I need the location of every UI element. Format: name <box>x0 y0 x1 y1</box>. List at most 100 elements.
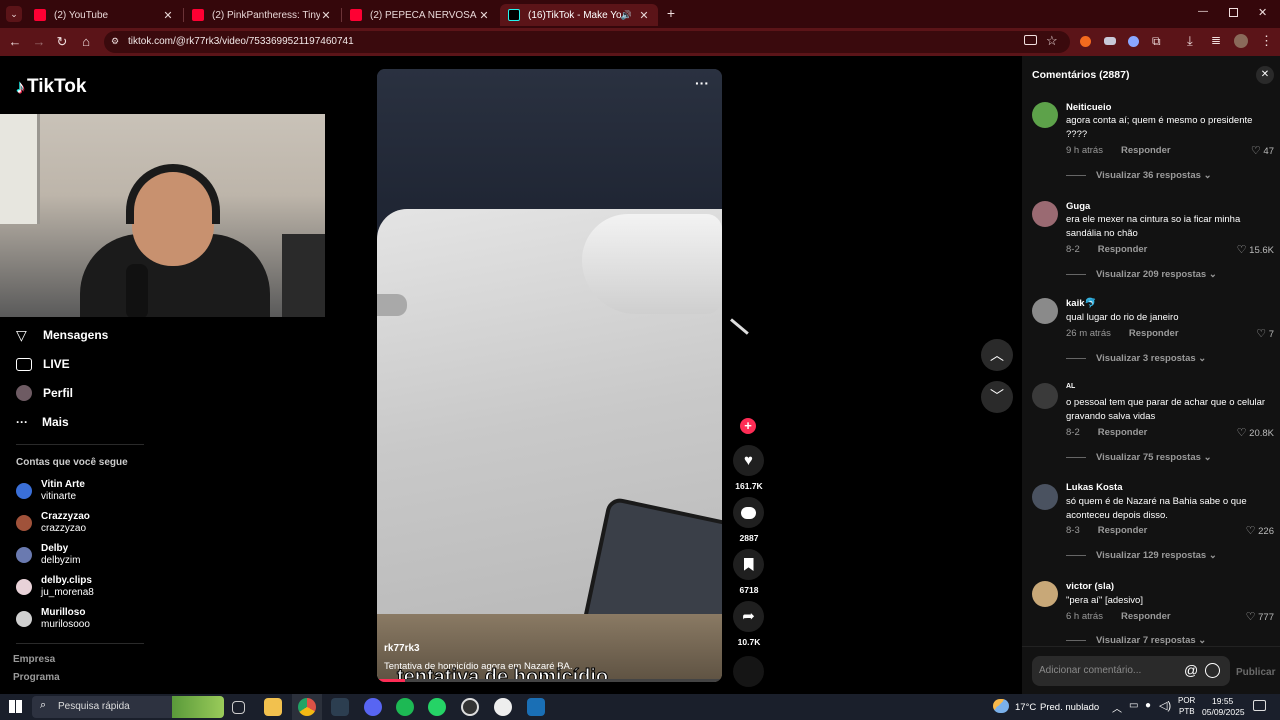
following-item[interactable]: delby.clips ju_morena8 <box>16 575 146 601</box>
back-icon[interactable]: ← <box>6 33 24 51</box>
close-window-button[interactable]: ✕ <box>1258 6 1267 19</box>
url-text[interactable]: tiktok.com/@rk77rk3/video/75336995211974… <box>128 36 354 47</box>
comment-like[interactable]: ♡ 777 <box>1246 610 1274 623</box>
comment-input[interactable]: Adicionar comentário... @ <box>1032 656 1230 686</box>
comment-like[interactable]: ♡ 7 <box>1256 327 1274 340</box>
network-icon[interactable]: ▭ <box>1129 700 1138 711</box>
share-button[interactable]: ➦ <box>733 601 764 632</box>
reply-button[interactable]: Responder <box>1121 145 1171 156</box>
avatar[interactable] <box>1032 581 1058 607</box>
extensions-puzzle-icon[interactable]: ⧉ <box>1152 34 1161 49</box>
tray-chevron-icon[interactable]: ︿ <box>1112 700 1122 715</box>
tab-list-menu-icon[interactable]: ⌄ <box>6 6 22 22</box>
comment-like[interactable]: ♡ 20.8K <box>1237 426 1274 439</box>
nav-mais[interactable]: ··· Mais <box>16 413 69 431</box>
view-replies-button[interactable]: Visualizar 3 respostas ⌄ <box>1066 353 1206 364</box>
comment-author[interactable]: Neiticueio <box>1066 102 1111 113</box>
nav-perfil[interactable]: Perfil <box>16 384 73 402</box>
view-replies-button[interactable]: Visualizar 129 respostas ⌄ <box>1066 550 1217 561</box>
file-explorer-icon[interactable] <box>264 698 282 716</box>
bookmark-star-icon[interactable]: ☆ <box>1046 33 1058 49</box>
spotify-icon[interactable] <box>396 698 414 716</box>
forward-icon[interactable]: → <box>30 33 48 51</box>
comment-author[interactable]: Guga <box>1066 201 1090 212</box>
avatar[interactable] <box>1032 102 1058 128</box>
following-item[interactable]: Murilloso murilosooo <box>16 607 146 633</box>
avatar[interactable] <box>1032 201 1058 227</box>
browser-menu-icon[interactable]: ⋮ <box>1260 33 1273 49</box>
weather-temp[interactable]: 17°C <box>1015 702 1036 713</box>
tab-pinkpantheress[interactable]: (2) PinkPantheress: Tiny Desk C ✕ <box>184 4 340 26</box>
save-button[interactable] <box>733 549 764 580</box>
progress-bar[interactable] <box>377 679 722 682</box>
following-item[interactable]: Delby delbyzim <box>16 543 146 569</box>
tab-pepeca[interactable]: (2) PEPECA NERVOSA (VERSÃO ✕ <box>342 4 498 26</box>
video-more-icon[interactable]: ··· <box>695 75 709 91</box>
nav-mensagens[interactable]: ▽ Mensagens <box>16 326 108 344</box>
extension-icon[interactable] <box>1128 36 1139 47</box>
reply-button[interactable]: Responder <box>1098 525 1148 536</box>
windows-start-icon[interactable] <box>9 700 22 713</box>
reload-icon[interactable]: ↻ <box>53 33 71 51</box>
comment-like[interactable]: ♡ 15.6K <box>1237 243 1274 256</box>
whatsapp-icon[interactable] <box>428 698 446 716</box>
mention-icon[interactable]: @ <box>1184 662 1198 678</box>
avatar[interactable] <box>1032 298 1058 324</box>
comment-like[interactable]: ♡ 226 <box>1246 524 1274 537</box>
footer-link[interactable]: Empresa <box>13 654 55 665</box>
cast-icon[interactable] <box>1024 35 1037 45</box>
video-player[interactable]: ··· rk77rk3 Tentativa de homicídio agora… <box>377 69 722 682</box>
comment-author[interactable]: AL <box>1066 383 1075 390</box>
comment-button[interactable] <box>733 497 764 528</box>
close-icon[interactable]: ✕ <box>320 9 332 22</box>
task-view-icon[interactable] <box>232 701 245 714</box>
avatar[interactable] <box>1032 383 1058 409</box>
media-control-icon[interactable]: ≣ <box>1211 33 1221 47</box>
comment-like[interactable]: ♡ 47 <box>1251 144 1274 157</box>
following-item[interactable]: Vitin Arte vitinarte <box>16 479 146 505</box>
reply-button[interactable]: Responder <box>1098 244 1148 255</box>
clock-time[interactable]: 19:55 <box>1212 696 1233 706</box>
minimize-button[interactable]: — <box>1198 6 1210 17</box>
tab-youtube[interactable]: (2) YouTube ✕ <box>26 4 182 26</box>
following-item[interactable]: Crazzyzao crazzyzao <box>16 511 146 537</box>
avatar[interactable] <box>1032 484 1058 510</box>
close-icon[interactable]: ✕ <box>638 9 650 22</box>
footer-link[interactable]: Programa <box>13 672 60 683</box>
view-replies-button[interactable]: Visualizar 75 respostas ⌄ <box>1066 452 1212 463</box>
view-replies-button[interactable]: Visualizar 209 respostas ⌄ <box>1066 269 1217 280</box>
notifications-icon[interactable] <box>1253 700 1266 711</box>
search-box[interactable]: ⌕ Pesquisa rápida <box>32 696 224 718</box>
close-icon[interactable]: ✕ <box>162 9 174 22</box>
language-line-2[interactable]: PTB <box>1179 707 1195 716</box>
like-button[interactable]: ♥ <box>733 445 764 476</box>
close-icon[interactable]: ✕ <box>478 9 490 22</box>
view-replies-button[interactable]: Visualizar 36 respostas ⌄ <box>1066 170 1212 181</box>
download-icon[interactable]: ⤓ <box>1187 33 1193 49</box>
speaker-icon[interactable]: 🔊 <box>621 10 632 21</box>
new-tab-button[interactable]: + <box>664 5 678 21</box>
clock-date[interactable]: 05/09/2025 <box>1202 707 1245 717</box>
reply-button[interactable]: Responder <box>1098 427 1148 438</box>
app-icon[interactable] <box>494 698 512 716</box>
volume-icon[interactable]: ◁) <box>1159 699 1171 712</box>
reply-button[interactable]: Responder <box>1129 328 1179 339</box>
video-author[interactable]: rk77rk3 <box>384 643 420 654</box>
language-line-1[interactable]: POR <box>1178 696 1195 705</box>
previous-video-button[interactable]: ︿ <box>981 339 1013 371</box>
emoji-icon[interactable] <box>1205 663 1220 678</box>
publish-button[interactable]: Publicar <box>1236 667 1275 678</box>
discord-icon[interactable] <box>364 698 382 716</box>
home-icon[interactable]: ⌂ <box>77 33 95 51</box>
obs-icon[interactable] <box>461 698 479 716</box>
profile-avatar[interactable] <box>1234 34 1248 48</box>
vscode-icon[interactable] <box>527 698 545 716</box>
app-icon[interactable] <box>331 698 349 716</box>
reply-button[interactable]: Responder <box>1121 611 1171 622</box>
tab-tiktok[interactable]: (16)TikTok - Make Your Day 🔊 ✕ <box>500 4 658 26</box>
extension-icon[interactable] <box>1080 36 1091 47</box>
microphone-icon[interactable]: ● <box>1145 700 1151 711</box>
restore-button[interactable] <box>1229 8 1238 17</box>
weather-text[interactable]: Pred. nublado <box>1040 702 1099 713</box>
music-disc[interactable] <box>733 656 764 687</box>
